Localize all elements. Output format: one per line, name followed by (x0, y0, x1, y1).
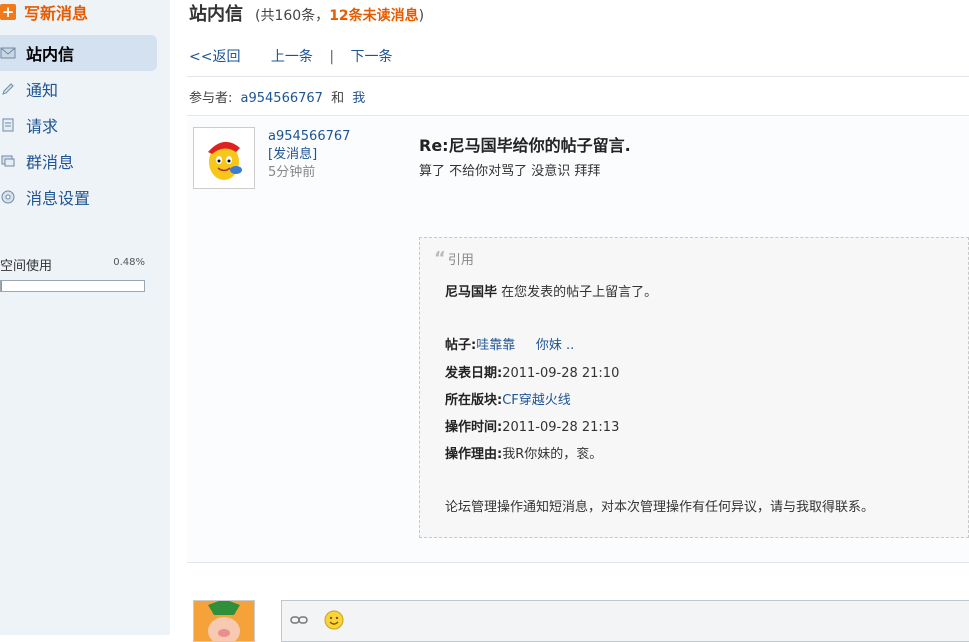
pig-mascot-icon (194, 601, 254, 641)
sender-avatar[interactable] (193, 127, 255, 189)
group-icon (0, 153, 16, 169)
quote-intro: 尼马国毕 在您发表的帖子上留言了。 (445, 281, 657, 300)
plus-icon: + (0, 3, 16, 21)
quote-footer: 论坛管理操作通知短消息，对本次管理操作有任何异议，请与我取得联系。 (445, 500, 875, 515)
sidebar-item-label: 消息设置 (26, 189, 91, 208)
page-title: 站内信 (189, 4, 243, 25)
message-subject: Re:尼马国毕给你的帖子留言. (419, 136, 631, 155)
quote-reason-value: 我R你妹的，衮。 (502, 447, 603, 462)
egg-mascot-icon (208, 141, 242, 180)
page-header: 站内信 (共160条，12条未读消息) (189, 0, 424, 26)
document-icon (0, 117, 16, 133)
settings-icon (0, 189, 16, 205)
message-body: 算了 不给你对骂了 没意识 拜拜 (419, 164, 601, 179)
reply-editor[interactable] (281, 600, 969, 642)
quote-board-link[interactable]: CF穿越火线 (502, 393, 571, 408)
my-avatar[interactable] (193, 600, 255, 642)
emoji-icon[interactable] (324, 610, 344, 634)
sidebar-item-label: 群消息 (26, 153, 75, 172)
editor-toolbar (290, 610, 344, 634)
divider (187, 115, 969, 116)
quote-optime-row: 操作时间:2011-09-28 21:13 (445, 416, 619, 435)
quote-mark-icon: “ (434, 248, 446, 269)
quote-date-label: 发表日期: (445, 366, 503, 381)
quote-date-row: 发表日期:2011-09-28 21:10 (445, 362, 619, 381)
message-pager: <<返回 上一条 | 下一条 (189, 46, 419, 66)
quote-post-link[interactable]: 哇靠靠 你妹 .. (476, 338, 574, 353)
sidebar-item-notice[interactable]: 通知 (0, 71, 157, 107)
next-link[interactable]: 下一条 (351, 49, 393, 65)
participants-label: 参与者: (189, 91, 233, 106)
sidebar: + 写新消息 站内信 通知 请求 群消息 消息设置 空间使用 0.48% (0, 0, 170, 635)
quote-board-label: 所在版块: (445, 393, 503, 408)
participant-user-link[interactable]: a954566767 (241, 91, 323, 106)
envelope-icon (0, 45, 16, 61)
divider (187, 562, 969, 563)
participant-me-link[interactable]: 我 (352, 91, 365, 106)
message-counts: (共160条，12条未读消息) (255, 5, 424, 25)
storage-bar-fill (1, 281, 2, 291)
sidebar-item-inbox[interactable]: 站内信 (0, 35, 157, 71)
sidebar-item-label: 站内信 (26, 45, 75, 64)
quote-optime-value: 2011-09-28 21:13 (502, 420, 620, 435)
compose-label: 写新消息 (24, 4, 89, 23)
unread-count[interactable]: 12条未读消息 (329, 8, 418, 24)
sidebar-item-settings[interactable]: 消息设置 (0, 179, 157, 215)
quote-label-text: 引用 (447, 253, 474, 268)
sender-name-link[interactable]: a954566767 (268, 128, 350, 146)
compose-button[interactable]: + 写新消息 (0, 0, 88, 24)
storage-usage: 空间使用 0.48% (0, 255, 145, 292)
sidebar-item-request[interactable]: 请求 (0, 107, 157, 143)
pager-separator: | (329, 49, 335, 65)
sidebar-item-label: 请求 (26, 117, 59, 136)
quote-reason-row: 操作理由:我R你妹的，衮。 (445, 443, 602, 462)
storage-label: 空间使用 (0, 259, 53, 274)
sidebar-item-group-messages[interactable]: 群消息 (0, 143, 157, 179)
prev-link[interactable]: 上一条 (271, 49, 313, 65)
divider (187, 76, 969, 77)
counts-suffix: ) (418, 8, 425, 24)
storage-bar (0, 280, 145, 292)
participants-and: 和 (331, 91, 345, 106)
quote-post-label: 帖子: (445, 338, 477, 353)
quote-block: “引用 尼马国毕 在您发表的帖子上留言了。 帖子:哇靠靠 你妹 .. 发表日期:… (419, 237, 969, 538)
quote-post-row: 帖子:哇靠靠 你妹 .. (445, 334, 574, 353)
quote-label: “引用 (434, 248, 474, 269)
sidebar-item-label: 通知 (26, 81, 59, 100)
storage-percent: 0.48% (113, 257, 145, 268)
sender-info: a954566767 [发消息] 5分钟前 (268, 128, 350, 182)
send-message-link[interactable]: [发消息] (268, 146, 350, 164)
quote-optime-label: 操作时间: (445, 420, 503, 435)
participants: 参与者: a954566767 和 我 (189, 87, 369, 106)
quote-board-row: 所在版块:CF穿越火线 (445, 389, 571, 408)
quote-reason-label: 操作理由: (445, 447, 503, 462)
quote-date-value: 2011-09-28 21:10 (502, 366, 620, 381)
counts-prefix: (共160条， (255, 8, 330, 24)
message-time: 5分钟前 (268, 165, 316, 180)
quote-intro-name: 尼马国毕 (445, 285, 498, 300)
link-icon[interactable] (290, 614, 308, 630)
sidebar-nav: 站内信 通知 请求 群消息 消息设置 (0, 35, 157, 215)
quote-intro-text: 在您发表的帖子上留言了。 (501, 285, 658, 300)
pencil-icon (0, 81, 16, 97)
back-link[interactable]: <<返回 (189, 49, 240, 65)
